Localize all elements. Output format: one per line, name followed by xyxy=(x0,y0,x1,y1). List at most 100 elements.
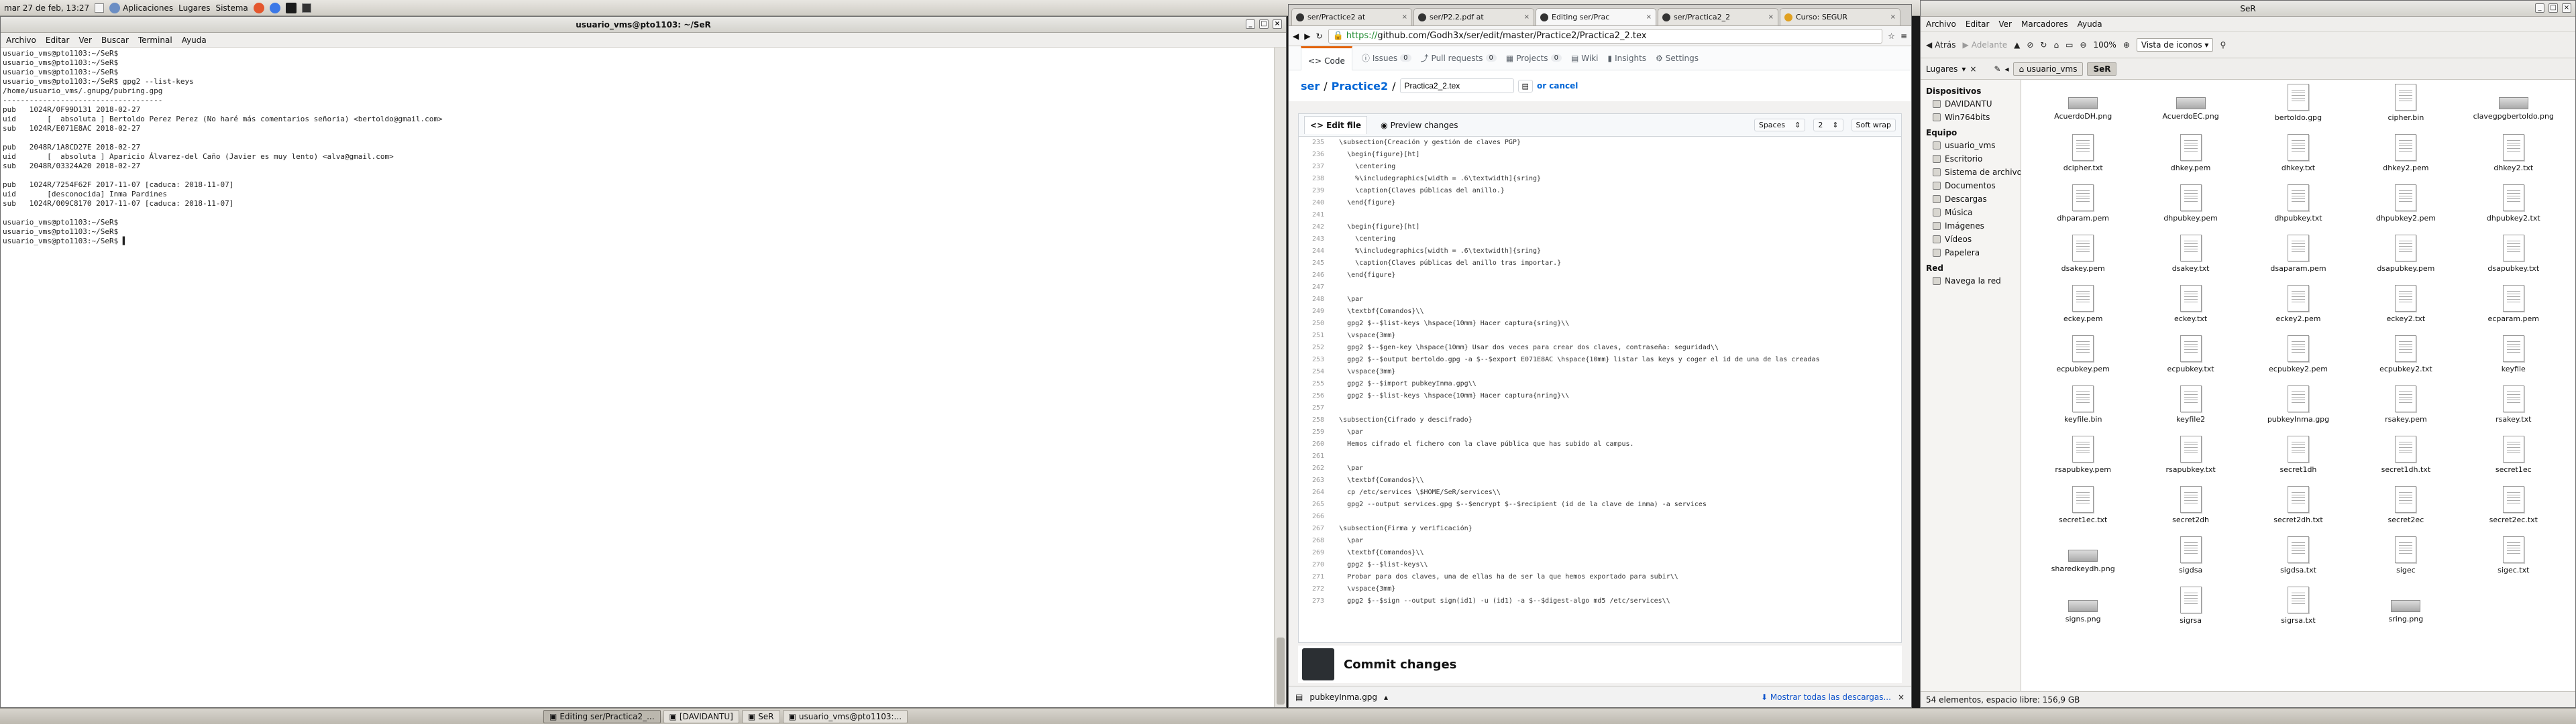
close-tab-icon[interactable]: × xyxy=(1524,13,1529,21)
repo-nav-projects[interactable]: ▦ Projects 0 xyxy=(1506,54,1562,63)
code-line[interactable]: 237 \centering xyxy=(1299,161,1901,173)
file-item[interactable]: clavegpgbertoldo.png xyxy=(2460,84,2567,134)
code-line[interactable]: 269 \textbf{Comandos}\\ xyxy=(1299,547,1901,559)
file-item[interactable]: sring.png xyxy=(2352,587,2459,637)
code-line[interactable]: 256 gpg2 $--$list-keys \hspace{10mm} Hac… xyxy=(1299,390,1901,402)
code-line[interactable]: 248 \par xyxy=(1299,294,1901,306)
file-item[interactable]: dhparam.pem xyxy=(2029,184,2137,235)
maximize-icon[interactable]: □ xyxy=(1259,19,1269,29)
file-item[interactable]: dsakey.txt xyxy=(2137,235,2244,285)
sidebar-item-place[interactable]: Música xyxy=(1921,206,2021,219)
code-line[interactable]: 253 gpg2 $--$output bertoldo.gpg -a $--$… xyxy=(1299,354,1901,366)
minimize-icon[interactable]: _ xyxy=(2535,3,2544,13)
forward-arrow-icon[interactable]: ▶ xyxy=(1304,32,1310,41)
maximize-icon[interactable]: □ xyxy=(2548,3,2558,13)
view-mode-select[interactable]: Vista de iconos ▾ xyxy=(2136,38,2214,52)
chrome-menu-icon[interactable]: ≡ xyxy=(1900,32,1907,41)
file-item[interactable]: dhkey.pem xyxy=(2137,134,2244,184)
code-line[interactable]: 264 cp /etc/services \$HOME/SeR/services… xyxy=(1299,487,1901,499)
file-item[interactable]: sigdsa.txt xyxy=(2245,536,2352,587)
file-item[interactable]: dhpubkey.pem xyxy=(2137,184,2244,235)
zoom-in-button[interactable]: ⊕ xyxy=(2123,40,2130,50)
close-tab-icon[interactable]: × xyxy=(1890,13,1896,21)
file-item[interactable]: bertoldo.gpg xyxy=(2245,84,2352,134)
sidebar-item-place[interactable]: Papelera xyxy=(1921,246,2021,259)
code-line[interactable]: 272 \vspace{3mm} xyxy=(1299,583,1901,595)
show-desktop-icon[interactable] xyxy=(95,3,105,13)
file-item[interactable]: sigrsa xyxy=(2137,587,2244,637)
file-item[interactable]: dhkey2.txt xyxy=(2460,134,2567,184)
file-item[interactable]: rsakey.pem xyxy=(2352,385,2459,436)
file-item[interactable]: signs.png xyxy=(2029,587,2137,637)
sidebar-item-place[interactable]: Descargas xyxy=(1921,192,2021,206)
back-button[interactable]: ◀ Atrás xyxy=(1926,40,1955,50)
sidebar-item-place[interactable]: usuario_vms xyxy=(1921,139,2021,152)
taskbar-button[interactable]: ▣ Editing ser/Practica2_... xyxy=(543,709,661,723)
file-item[interactable]: secret1dh.txt xyxy=(2352,436,2459,486)
sidebar-item-device[interactable]: Win764bits xyxy=(1921,111,2021,124)
file-item[interactable]: ecpubkey.pem xyxy=(2029,335,2137,385)
file-item[interactable]: ecpubkey2.pem xyxy=(2245,335,2352,385)
close-tab-icon[interactable]: × xyxy=(1768,13,1774,21)
file-item[interactable]: dcipher.txt xyxy=(2029,134,2137,184)
menu-ver[interactable]: Ver xyxy=(1998,19,2012,29)
file-item[interactable]: sigdsa xyxy=(2137,536,2244,587)
code-line[interactable]: 267 \subsection{Firma y verificación} xyxy=(1299,523,1901,535)
terminal-scrollbar[interactable] xyxy=(1274,48,1286,707)
menu-archivo[interactable]: Archivo xyxy=(1926,19,1956,29)
close-tab-icon[interactable]: × xyxy=(1402,13,1407,21)
file-item[interactable]: secret1ec xyxy=(2460,436,2567,486)
wrap-mode-select[interactable]: Soft wrap xyxy=(1851,119,1896,131)
taskbar-button[interactable]: ▣ [DAVIDANTU] xyxy=(663,709,739,723)
sidebar-item-place[interactable]: Documentos xyxy=(1921,179,2021,192)
code-line[interactable]: 268 \par xyxy=(1299,535,1901,547)
sidebar-item-device[interactable]: DAVIDANTU xyxy=(1921,97,2021,111)
file-manager-titlebar[interactable]: SeR _ □ × xyxy=(1921,1,2575,17)
terminal-launcher-icon[interactable] xyxy=(301,3,311,13)
code-line[interactable]: 240 \end{figure} xyxy=(1299,197,1901,209)
file-item[interactable]: dhpubkey2.pem xyxy=(2352,184,2459,235)
repo-nav-issues[interactable]: ⓘ Issues 0 xyxy=(1362,52,1411,64)
menu-editar[interactable]: Editar xyxy=(1966,19,1990,29)
repo-nav-wiki[interactable]: ▤ Wiki xyxy=(1571,54,1599,63)
code-line[interactable]: 271 Probar para dos claves, una de ellas… xyxy=(1299,571,1901,583)
code-line[interactable]: 254 \vspace{3mm} xyxy=(1299,366,1901,378)
scrollbar-thumb[interactable] xyxy=(1277,638,1285,705)
close-icon[interactable]: × xyxy=(1970,64,1976,74)
code-line[interactable]: 261 xyxy=(1299,450,1901,463)
code-line[interactable]: 245 \caption{Claves públicas del anillo … xyxy=(1299,257,1901,269)
file-item[interactable]: secret1ec.txt xyxy=(2029,486,2137,536)
file-item[interactable]: dsapubkey.txt xyxy=(2460,235,2567,285)
up-button[interactable]: ▲ xyxy=(2014,40,2020,50)
home-button[interactable]: ⌂ xyxy=(2053,40,2059,50)
file-item[interactable]: AcuerdoEC.png xyxy=(2137,84,2244,134)
file-item[interactable]: AcuerdoDH.png xyxy=(2029,84,2137,134)
file-item[interactable]: sigrsa.txt xyxy=(2245,587,2352,637)
menu-ayuda[interactable]: Ayuda xyxy=(2078,19,2102,29)
repo-nav-settings[interactable]: ⚙ Settings xyxy=(1656,54,1699,63)
code-line[interactable]: 241 xyxy=(1299,209,1901,221)
zoom-out-button[interactable]: ⊖ xyxy=(2080,40,2086,50)
terminal-output[interactable]: usuario_vms@pto1103:~/SeR$ usuario_vms@pt… xyxy=(1,48,1274,707)
file-item[interactable]: keyfile xyxy=(2460,335,2567,385)
file-item[interactable]: dsaparam.pem xyxy=(2245,235,2352,285)
back-arrow-icon[interactable]: ◀ xyxy=(1293,32,1299,41)
file-item[interactable]: keyfile2 xyxy=(2137,385,2244,436)
menu-ayuda[interactable]: Ayuda xyxy=(182,36,207,45)
file-item[interactable]: secret2ec xyxy=(2352,486,2459,536)
menu-buscar[interactable]: Buscar xyxy=(101,36,129,45)
terminal-titlebar[interactable]: usuario_vms@pto1103: ~/SeR _ □ × xyxy=(1,17,1286,33)
file-item[interactable]: eckey.pem xyxy=(2029,285,2137,335)
close-tab-icon[interactable]: × xyxy=(1646,13,1652,21)
code-line[interactable]: 259 \par xyxy=(1299,426,1901,438)
browser-tab[interactable]: ser/Practica2_2 × xyxy=(1658,8,1778,25)
file-item[interactable]: eckey.txt xyxy=(2137,285,2244,335)
edit-file-tab[interactable]: <> Edit file xyxy=(1304,116,1368,134)
reload-button[interactable]: ↻ xyxy=(2040,40,2047,50)
code-line[interactable]: 273 gpg2 $--$sign --output sign(id1) -u … xyxy=(1299,595,1901,607)
file-item[interactable]: secret1dh xyxy=(2245,436,2352,486)
path-button-home[interactable]: ⌂ usuario_vms xyxy=(2012,62,2084,76)
file-item[interactable]: dsakey.pem xyxy=(2029,235,2137,285)
sidebar-item-place[interactable]: Imágenes xyxy=(1921,219,2021,233)
code-line[interactable]: 252 gpg2 $--$gen-key \hspace{10mm} Usar … xyxy=(1299,342,1901,354)
